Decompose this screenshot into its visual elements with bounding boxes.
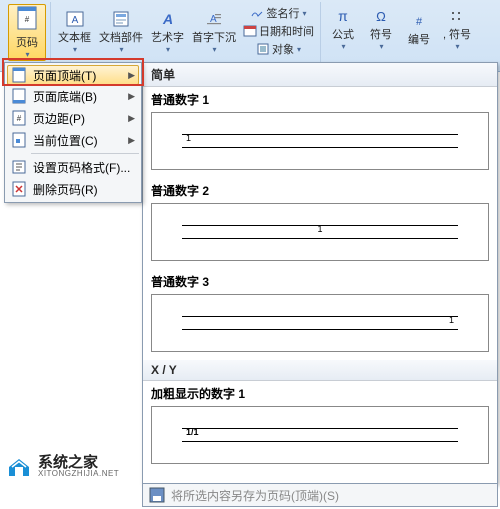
chevron-right-icon: ▶	[128, 70, 135, 81]
page-number-label: 页码	[16, 34, 38, 50]
menu-item-label: 页面底端(B)	[33, 88, 97, 105]
preview-number: 1	[186, 133, 191, 143]
chevron-down-icon: ▾	[166, 45, 170, 54]
datetime-label: 日期和时间	[259, 23, 314, 39]
symbol-label: 符号	[370, 26, 392, 42]
chevron-down-icon: ▾	[302, 9, 306, 18]
equation-label: 公式	[332, 26, 354, 42]
svg-text:A: A	[71, 15, 78, 26]
page-number-button[interactable]: # 页码 ▾	[8, 4, 46, 61]
symbol-icon: Ω	[371, 6, 391, 26]
gallery-item-label: 普通数字 3	[143, 269, 497, 292]
chevron-down-icon: ▾	[455, 42, 459, 51]
menu-item[interactable]: 删除页码(R)	[7, 178, 139, 200]
gallery-category-header: 简单	[143, 63, 497, 87]
remove-icon	[11, 181, 27, 197]
watermark-zh: 系统之家	[38, 455, 119, 470]
menu-item-label: 页面顶端(T)	[33, 67, 96, 84]
svg-text:π: π	[338, 8, 348, 24]
gallery-item-preview[interactable]: 1	[151, 112, 489, 170]
preview-number: 1	[449, 315, 454, 325]
menu-item-label: 删除页码(R)	[33, 181, 98, 198]
save-selection-label: 将所选内容另存为页码(顶端)(S)	[171, 487, 339, 504]
chevron-right-icon: ▶	[128, 135, 135, 146]
wordart-button[interactable]: A 艺术字 ▾	[148, 4, 187, 58]
signature-icon	[250, 6, 264, 20]
text-box-label: 文本框	[58, 29, 91, 45]
page-margin-icon: #	[11, 110, 27, 126]
more-symbol-button[interactable]: , 符号 ▾	[439, 4, 475, 53]
number-icon: #	[409, 11, 429, 31]
watermark: 系统之家 XITONGZHIJIA.NET	[6, 453, 119, 479]
chevron-right-icon: ▶	[128, 113, 135, 124]
drop-cap-label: 首字下沉	[192, 29, 236, 45]
parts-label: 文档部件	[99, 29, 143, 45]
number-label: 编号	[408, 31, 430, 47]
gallery-item-preview[interactable]: 1	[151, 203, 489, 261]
datetime-icon	[243, 24, 257, 38]
chevron-down-icon: ▾	[25, 50, 29, 59]
menu-item[interactable]: 页面底端(B) ▶	[7, 85, 139, 107]
menu-item-label: 页边距(P)	[33, 110, 85, 127]
gallery-item-label: 普通数字 2	[143, 178, 497, 201]
svg-text:#: #	[17, 114, 22, 123]
object-button[interactable]: 对象▾	[241, 40, 316, 58]
svg-text:Ω: Ω	[376, 9, 386, 24]
svg-text:#: #	[25, 15, 30, 24]
page-bottom-icon	[11, 88, 27, 104]
text-box-button[interactable]: A 文本框 ▾	[55, 4, 94, 58]
gallery-category-header: X / Y	[143, 360, 497, 381]
save-selection-row: 将所选内容另存为页码(顶端)(S)	[142, 483, 498, 507]
gallery-item-label: 普通数字 1	[143, 87, 497, 110]
signature-button[interactable]: 签名行▾	[241, 4, 316, 22]
page-top-icon	[11, 67, 27, 83]
quick-parts-button[interactable]: 文档部件 ▾	[96, 4, 146, 58]
gallery-item-label: 加粗显示的数字 1	[143, 381, 497, 404]
chevron-down-icon: ▾	[379, 42, 383, 51]
object-label: 对象	[272, 41, 294, 57]
more-symbol-label: , 符号	[443, 26, 471, 42]
page-number-menu: 页面顶端(T) ▶ 页面底端(B) ▶ # 页边距(P) ▶ 当前位置(C) ▶ 设置页码格式(F…	[4, 62, 142, 203]
more-symbol-icon	[447, 6, 467, 26]
svg-text:#: #	[416, 16, 423, 28]
object-icon	[256, 42, 270, 56]
menu-item[interactable]: 设置页码格式(F)...	[7, 156, 139, 178]
wordart-icon: A	[158, 9, 178, 29]
drop-cap-icon: A	[204, 9, 224, 29]
chevron-down-icon: ▾	[341, 42, 345, 51]
menu-item[interactable]: # 页边距(P) ▶	[7, 107, 139, 129]
wordart-label: 艺术字	[151, 29, 184, 45]
equation-icon: π	[333, 6, 353, 26]
watermark-en: XITONGZHIJIA.NET	[38, 470, 119, 478]
svg-text:A: A	[161, 11, 172, 27]
gallery-item-preview[interactable]: 1	[151, 294, 489, 352]
menu-item[interactable]: 当前位置(C) ▶	[7, 129, 139, 151]
equation-button[interactable]: π 公式 ▾	[325, 4, 361, 53]
menu-item-label: 当前位置(C)	[33, 132, 98, 149]
logo-icon	[6, 453, 32, 479]
format-icon	[11, 159, 27, 175]
menu-separator	[31, 153, 139, 154]
preview-number: 1	[317, 224, 322, 234]
chevron-down-icon: ▾	[297, 45, 301, 54]
menu-item-label: 设置页码格式(F)...	[33, 159, 130, 176]
page-number-icon: #	[16, 6, 38, 34]
chevron-right-icon: ▶	[128, 91, 135, 102]
menu-item[interactable]: 页面顶端(T) ▶	[7, 65, 139, 85]
chevron-down-icon: ▾	[119, 45, 123, 54]
text-box-icon: A	[65, 9, 85, 29]
save-icon	[149, 487, 165, 503]
chevron-down-icon: ▾	[212, 45, 216, 54]
symbol-button[interactable]: Ω 符号 ▾	[363, 4, 399, 53]
current-pos-icon	[11, 132, 27, 148]
datetime-button[interactable]: 日期和时间	[241, 22, 316, 40]
number-button[interactable]: # 编号	[401, 4, 437, 53]
preview-number: 1/1	[186, 427, 199, 437]
gallery-item-preview[interactable]: 1/1	[151, 406, 489, 464]
chevron-down-icon: ▾	[73, 45, 77, 54]
parts-icon	[111, 9, 131, 29]
drop-cap-button[interactable]: A 首字下沉 ▾	[189, 4, 239, 58]
page-number-gallery[interactable]: 简单普通数字 1 1 普通数字 2 1 普通数字 3 1 X / Y加粗显示的数字 1 1/1	[142, 62, 498, 484]
signature-label: 签名行	[266, 5, 299, 21]
